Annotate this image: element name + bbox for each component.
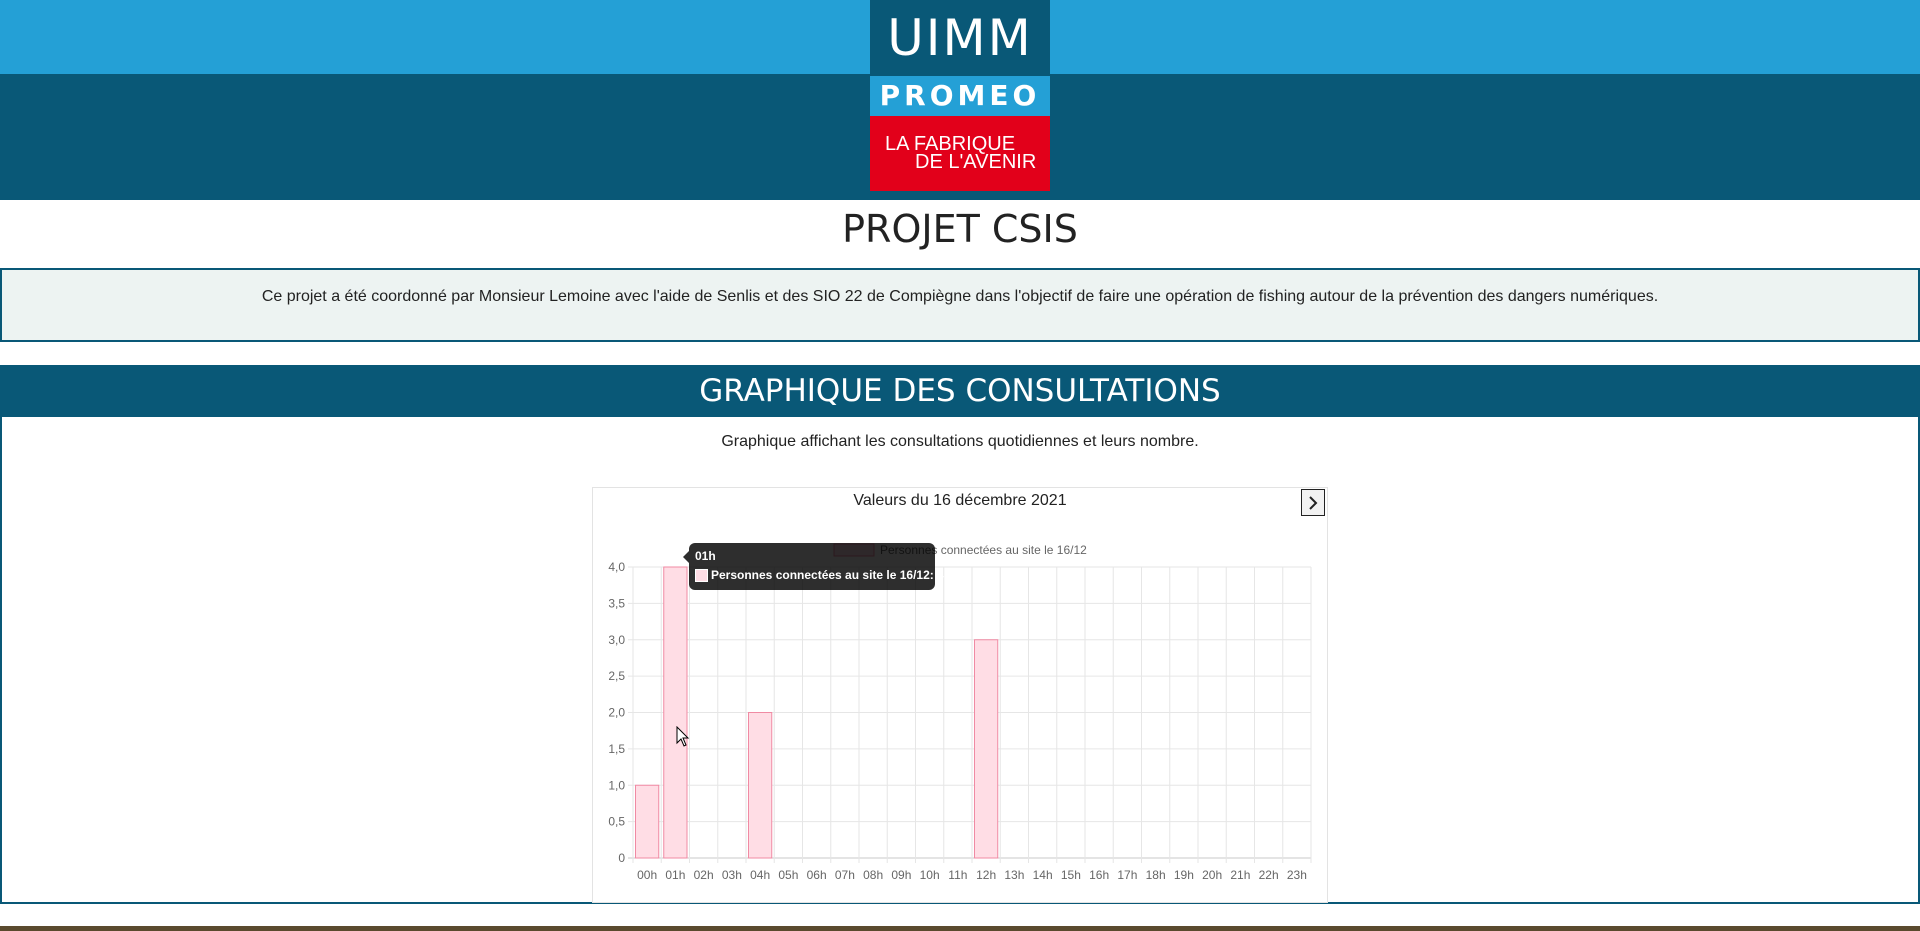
y-tick-label: 2,0 (608, 706, 625, 720)
x-tick-label: 18h (1146, 868, 1166, 882)
bar-00h (635, 784, 660, 859)
uimm-promeo-logo: UIMM PROMEO LA FABRIQUE DE L'AVENIR (870, 0, 1050, 191)
y-tick-label: 3,5 (608, 596, 625, 610)
tooltip-title: 01h (695, 549, 716, 563)
x-tick-label: 13h (1004, 868, 1024, 882)
x-tick-label: 03h (722, 868, 742, 882)
y-tick-label: 1,0 (608, 778, 625, 792)
section-heading: GRAPHIQUE DES CONSULTATIONS (0, 365, 1920, 417)
bar-12h (974, 639, 999, 859)
tooltip-swatch (695, 568, 708, 582)
y-tick-label: 4,0 (608, 560, 625, 574)
tooltip-row: Personnes connectées au site le 16/12: 4 (695, 568, 944, 582)
x-tick-label: 08h (863, 868, 883, 882)
mouse-cursor-icon (676, 726, 690, 747)
chart-title: Valeurs du 16 décembre 2021 (853, 492, 1067, 509)
x-tick-label: 09h (891, 868, 911, 882)
x-tick-label: 21h (1230, 868, 1250, 882)
x-tick-label: 07h (835, 868, 855, 882)
x-tick-label: 11h (948, 868, 967, 882)
x-tick-label: 22h (1259, 868, 1279, 882)
x-tick-label: 15h (1061, 868, 1081, 882)
x-tick-label: 10h (920, 868, 940, 882)
tooltip-caret (683, 551, 689, 563)
x-tick-label: 19h (1174, 868, 1194, 882)
bar-04h (748, 712, 773, 859)
x-tick-label: 17h (1117, 868, 1137, 882)
bar-01h (663, 566, 688, 859)
chevron-right-icon (1309, 495, 1318, 510)
x-tick-label: 20h (1202, 868, 1222, 882)
x-tick-label: 06h (807, 868, 827, 882)
project-description: Ce projet a été coordonné par Monsieur L… (0, 268, 1920, 342)
logo-tagline-line2: DE L'AVENIR (915, 151, 1037, 173)
x-tick-label: 01h (665, 868, 685, 882)
x-tick-label: 04h (750, 868, 770, 882)
logo-tagline: LA FABRIQUE DE L'AVENIR (870, 116, 1050, 191)
section-subtitle: Graphique affichant les consultations qu… (721, 433, 1199, 450)
page-bottom-edge (0, 926, 1920, 931)
x-tick-label: 23h (1287, 868, 1307, 882)
chart-tooltip: 01h Personnes connectées au site le 16/1… (683, 543, 944, 590)
tooltip-text: Personnes connectées au site le 16/12: 4 (711, 568, 944, 582)
page-title: PROJET CSIS (10, 201, 1910, 257)
y-tick-label: 2,5 (608, 669, 625, 683)
next-day-button[interactable] (1301, 489, 1325, 516)
logo-promeo: PROMEO (870, 76, 1050, 116)
x-tick-label: 05h (778, 868, 798, 882)
y-tick-label: 3,0 (608, 633, 625, 647)
x-tick-label: 14h (1033, 868, 1053, 882)
x-tick-label: 12h (976, 868, 996, 882)
y-tick-label: 0,5 (608, 815, 625, 829)
x-tick-label: 16h (1089, 868, 1109, 882)
x-tick-label: 02h (694, 868, 714, 882)
x-tick-label: 00h (637, 868, 657, 882)
logo-uimm: UIMM (870, 0, 1050, 76)
y-tick-label: 1,5 (608, 742, 625, 756)
y-tick-label: 0 (618, 851, 625, 865)
